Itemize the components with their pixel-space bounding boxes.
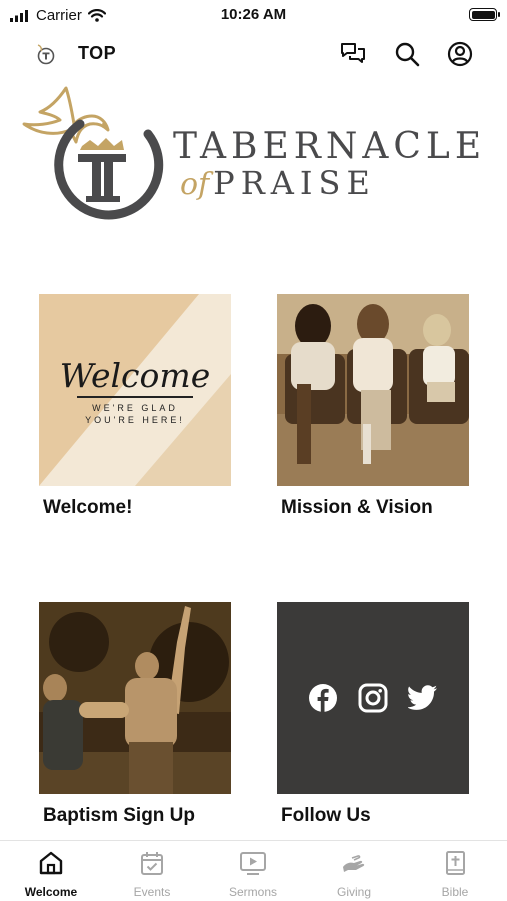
search-icon <box>395 42 420 67</box>
tab-bible[interactable]: Bible <box>415 849 495 899</box>
welcome-sub-line2: YOU'RE HERE! <box>85 415 185 425</box>
baptism-signup-tile-label[interactable]: Baptism Sign Up <box>43 805 195 827</box>
baptism-photo <box>39 602 231 794</box>
tab-events[interactable]: Events <box>112 849 192 899</box>
clock: 10:26 AM <box>220 6 287 23</box>
logo-text-of-praise: of PRAISE <box>180 164 376 202</box>
mission-vision-tile[interactable] <box>277 294 469 486</box>
follow-us-tile[interactable] <box>277 602 469 794</box>
baptism-signup-tile[interactable] <box>39 602 231 794</box>
logo-text-praise: PRAISE <box>213 164 376 202</box>
tab-events-label: Events <box>133 885 171 899</box>
video-icon <box>240 852 266 875</box>
page-title: TOP <box>78 43 117 63</box>
church-logo: TABERNACLE of PRAISE <box>20 86 490 226</box>
welcome-tile[interactable]: Welcome WE'RE GLAD YOU'RE HERE! <box>39 294 231 486</box>
logo-text-of: of <box>180 167 210 202</box>
search-button[interactable] <box>392 39 422 69</box>
tab-bible-label: Bible <box>441 885 469 899</box>
welcome-sub-line1: WE'RE GLAD <box>92 403 178 413</box>
home-icon <box>39 851 63 875</box>
profile-icon <box>447 41 473 67</box>
calendar-icon <box>141 852 163 875</box>
app-header: TOP <box>0 34 507 74</box>
bottom-tab-bar: Welcome Events Sermons Giving Bible <box>0 840 507 901</box>
bible-icon <box>446 851 465 875</box>
follow-us-tile-label[interactable]: Follow Us <box>281 805 371 827</box>
chat-icon <box>341 43 365 63</box>
dove-circle-logo-icon <box>22 86 164 220</box>
twitter-icon[interactable] <box>408 685 438 711</box>
logo-text-tabernacle: TABERNACLE <box>173 126 487 167</box>
tab-giving-label: Giving <box>336 885 371 899</box>
tab-giving[interactable]: Giving <box>314 849 394 899</box>
welcome-tile-label[interactable]: Welcome! <box>43 497 132 519</box>
giving-hand-icon <box>343 855 365 872</box>
profile-button[interactable] <box>445 39 475 69</box>
mission-vision-tile-label[interactable]: Mission & Vision <box>281 497 433 519</box>
tab-welcome-label: Welcome <box>24 885 78 899</box>
welcome-script-text: Welcome <box>59 356 211 395</box>
status-bar: Carrier 10:26 AM <box>0 0 507 30</box>
welcome-divider <box>77 396 193 398</box>
mission-vision-photo <box>277 294 469 486</box>
tab-welcome[interactable]: Welcome <box>11 849 91 899</box>
instagram-icon[interactable] <box>358 683 388 713</box>
facebook-icon[interactable] <box>308 683 338 713</box>
tab-sermons-label: Sermons <box>228 885 278 899</box>
chat-button[interactable] <box>338 39 368 69</box>
tab-sermons[interactable]: Sermons <box>213 849 293 899</box>
church-logo-icon[interactable] <box>34 42 58 66</box>
battery-icon <box>469 8 500 21</box>
